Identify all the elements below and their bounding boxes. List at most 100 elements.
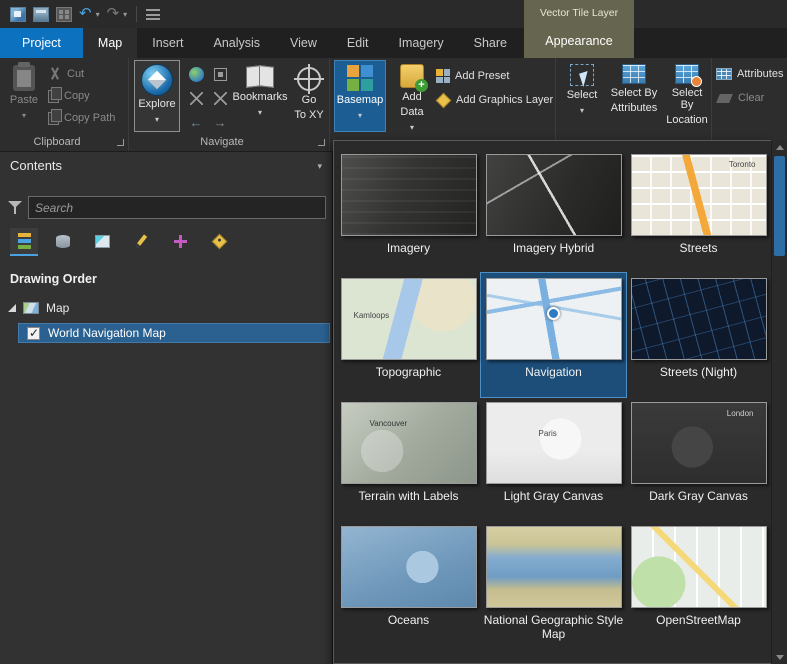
select-by-location-label-line2: Location [666,114,708,126]
filter-icon[interactable] [8,200,22,215]
list-by-data-source-button[interactable] [49,228,77,256]
fixed-extent-button[interactable] [209,63,231,85]
basemap-item-dark-gray-canvas[interactable]: London Dark Gray Canvas [626,397,771,521]
basemap-item-oceans[interactable]: Oceans [336,521,481,645]
add-graphics-layer-icon [435,92,452,108]
expander-icon[interactable] [8,304,16,312]
basemap-item-topographic[interactable]: Kamloops Topographic [336,273,481,397]
scroll-up-icon[interactable] [772,140,787,154]
layer-visibility-checkbox[interactable] [27,326,40,340]
navigate-tool-grid [185,63,231,133]
thumbnail-map-label: Paris [538,429,557,438]
tab-edit[interactable]: Edit [332,28,384,58]
toolbar-separator [136,6,138,22]
selection-icon [94,234,110,248]
add-graphics-layer-button[interactable]: Add Graphics Layer [435,90,554,110]
open-project-icon[interactable] [33,6,49,22]
list-by-selection-button[interactable] [88,228,116,256]
customize-toolbar-icon[interactable] [146,8,161,20]
basemap-item-navigation[interactable]: Navigation [480,272,627,398]
basemap-thumbnail-imagery-hybrid [485,154,622,236]
tab-analysis[interactable]: Analysis [199,28,276,58]
full-extent-button[interactable] [185,63,207,85]
copy-path-button[interactable]: Copy Path [48,108,115,128]
basemap-item-label: National Geographic Style Map [483,613,624,641]
basemap-item-terrain-with-labels[interactable]: Vancouver Terrain with Labels [336,397,481,521]
arcgis-pro-window: Project Map Insert Analysis View Edit Im… [0,0,787,664]
quick-access-toolbar [0,0,787,28]
tab-imagery[interactable]: Imagery [383,28,458,58]
tree-item-world-navigation-map[interactable]: World Navigation Map [18,323,330,343]
copy-path-label: Copy Path [64,112,116,124]
label-tag-icon [211,233,227,249]
add-preset-button[interactable]: Add Preset [436,66,514,86]
copy-icon [48,86,62,103]
select-button[interactable]: Select [560,60,604,117]
basemap-item-streets-night[interactable]: Streets (Night) [626,273,771,397]
scrollbar-thumb[interactable] [774,156,785,256]
basemap-item-label: Light Gray Canvas [503,489,604,503]
search-input[interactable] [28,196,326,219]
contents-toolbar [10,228,233,256]
basemap-gallery-dropdown: Imagery Imagery Hybrid Toronto Streets K… [333,140,772,664]
pane-menu-icon[interactable] [317,152,322,180]
clear-label: Clear [738,92,765,104]
basemap-icon [347,65,373,91]
clear-button[interactable]: Clear [716,88,764,108]
select-by-attributes-button[interactable]: Select By Attributes [606,60,662,114]
go-to-xy-button[interactable]: Go To XY [291,60,327,121]
attributes-button[interactable]: Attributes [716,64,783,84]
basemap-item-imagery-hybrid[interactable]: Imagery Hybrid [481,149,626,273]
paste-label: Paste [9,94,39,106]
ribbon: Paste Cut Copy Copy Path Clipboard Exp [0,58,787,152]
list-by-drawing-order-button[interactable] [10,228,38,256]
navigate-group-label: Navigate [200,136,244,148]
redo-dropdown-icon[interactable] [123,10,127,19]
tab-view[interactable]: View [275,28,332,58]
vertical-scrollbar[interactable] [771,140,787,664]
go-to-xy-icon [297,67,321,91]
list-by-labeling-button[interactable] [205,228,233,256]
fixed-zoom-out-button[interactable] [209,87,231,109]
tab-insert[interactable]: Insert [137,28,198,58]
basemap-item-label: Imagery Hybrid [512,241,595,255]
undo-button[interactable] [79,6,92,22]
next-extent-button[interactable] [209,111,231,133]
paste-button[interactable]: Paste [4,61,44,122]
redo-button[interactable] [107,6,120,22]
pencil-icon [134,233,148,249]
tab-project[interactable]: Project [0,28,83,58]
add-data-button[interactable]: Add Data [392,60,432,134]
basemap-item-light-gray-canvas[interactable]: Paris Light Gray Canvas [481,397,626,521]
scroll-down-icon[interactable] [772,650,787,664]
new-map-icon[interactable] [56,6,72,22]
save-project-icon[interactable] [10,6,26,22]
basemap-item-openstreetmap[interactable]: OpenStreetMap [626,521,771,645]
tab-share[interactable]: Share [459,28,522,58]
bookmarks-button[interactable]: Bookmarks [231,60,289,119]
previous-extent-button[interactable] [185,111,207,133]
basemap-item-imagery[interactable]: Imagery [336,149,481,273]
fixed-zoom-in-button[interactable] [185,87,207,109]
navigate-dialog-launcher-icon[interactable] [318,139,325,146]
clipboard-dialog-launcher-icon[interactable] [117,139,124,146]
list-by-editing-button[interactable] [127,228,155,256]
tab-map[interactable]: Map [82,28,138,58]
basemap-item-streets[interactable]: Toronto Streets [626,149,771,273]
list-by-snapping-button[interactable] [166,228,194,256]
bookmarks-dropdown-icon [258,106,262,119]
tab-appearance[interactable]: Appearance [524,26,634,56]
tree-item-map[interactable]: Map [0,298,330,318]
basemap-button[interactable]: Basemap [334,60,386,132]
basemap-thumbnail-terrain: Vancouver [340,402,477,484]
cut-button[interactable]: Cut [48,64,84,84]
basemap-thumbnail-natgeo [485,526,622,608]
add-data-icon [400,64,428,92]
copy-button[interactable]: Copy [48,86,90,106]
add-graphics-layer-label: Add Graphics Layer [456,94,554,106]
select-by-location-icon [675,64,702,87]
undo-dropdown-icon[interactable] [96,10,100,19]
select-by-location-button[interactable]: Select By Location [664,60,710,126]
basemap-item-national-geographic[interactable]: National Geographic Style Map [481,521,626,645]
explore-button[interactable]: Explore [134,60,180,132]
